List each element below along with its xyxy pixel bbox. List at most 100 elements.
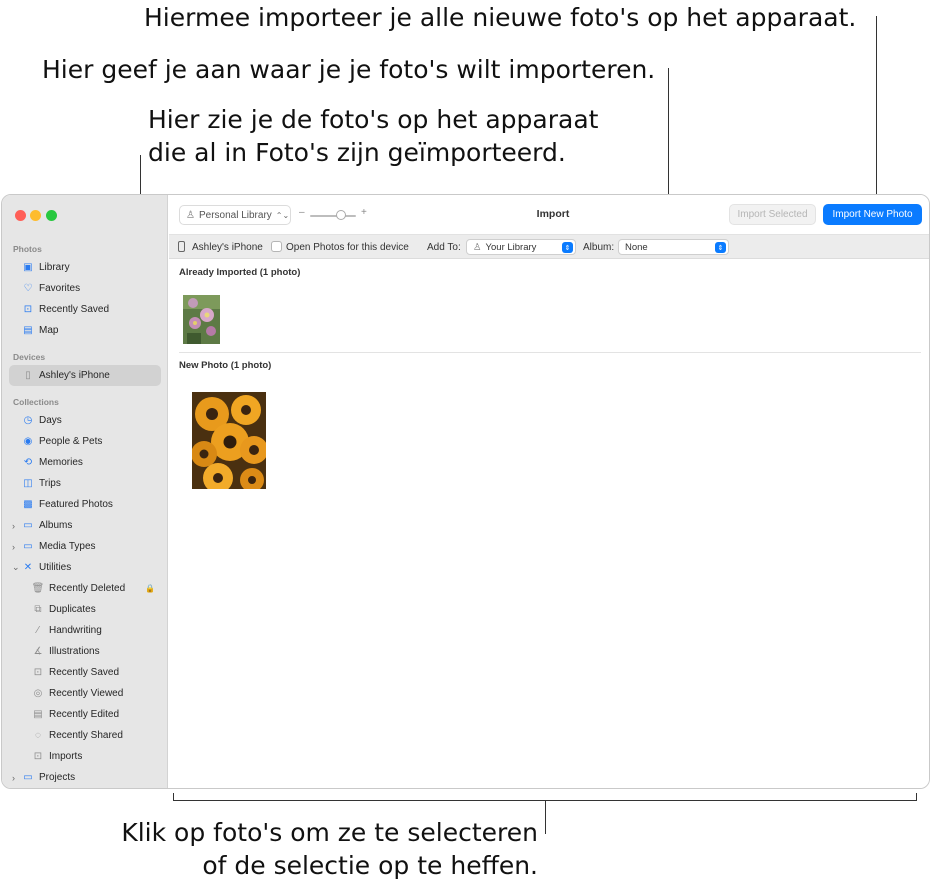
chevron-right-icon[interactable]: › bbox=[12, 521, 22, 531]
sidebar-item-recently-saved[interactable]: ⊡ Recently Saved bbox=[2, 299, 168, 320]
add-to-label: Add To: bbox=[427, 241, 461, 253]
map-icon: ▤ bbox=[23, 325, 33, 336]
sidebar-item-albums[interactable]: › ▭ Albums bbox=[2, 515, 168, 536]
sidebar-item-handwriting[interactable]: ⁄ Handwriting bbox=[2, 620, 168, 641]
callout-already-line2: die al in Foto's zijn geïmporteerd. bbox=[148, 138, 566, 167]
sidebar-item-projects[interactable]: › ▭ Projects bbox=[2, 767, 168, 788]
section-divider bbox=[179, 352, 921, 353]
new-photo[interactable] bbox=[192, 392, 266, 489]
sidebar-item-label: Utilities bbox=[39, 562, 72, 573]
tray-icon: ⊡ bbox=[33, 667, 43, 678]
callout-select-line1: Klik op foto's om ze te selecteren bbox=[121, 818, 538, 847]
sidebar-item-library[interactable]: ▣ Library bbox=[2, 257, 168, 278]
zoom-slider[interactable]: – + bbox=[299, 207, 369, 221]
album-select[interactable]: None ⇕ bbox=[618, 239, 729, 255]
import-icon: ⊡ bbox=[33, 751, 43, 762]
import-selected-button[interactable]: Import Selected bbox=[729, 204, 816, 225]
chevron-down-icon[interactable]: ⌄ bbox=[12, 562, 22, 573]
sidebar-section-photos: Photos bbox=[13, 244, 42, 254]
sidebar-item-featured-photos[interactable]: ▩ Featured Photos bbox=[2, 494, 168, 515]
zoom-window-button[interactable] bbox=[46, 210, 57, 221]
zoom-knob[interactable] bbox=[336, 210, 346, 220]
sidebar-item-label: Ashley's iPhone bbox=[39, 370, 110, 381]
sidebar-item-label: Memories bbox=[39, 457, 83, 468]
sidebar-item-recently-viewed[interactable]: ◎ Recently Viewed bbox=[2, 683, 168, 704]
sidebar-item-label: Recently Saved bbox=[49, 667, 120, 678]
sidebar-item-label: Projects bbox=[39, 772, 76, 783]
sidebar-item-label: Handwriting bbox=[49, 625, 102, 636]
sidebar-item-recently-saved-util[interactable]: ⊡ Recently Saved bbox=[2, 662, 168, 683]
sidebar-item-label: Library bbox=[39, 262, 70, 273]
sidebar-item-map[interactable]: ▤ Map bbox=[2, 320, 168, 341]
chevron-updown-icon: ⇕ bbox=[562, 242, 573, 253]
library-icon: ▣ bbox=[23, 262, 33, 273]
sidebar-item-memories[interactable]: ⟲ Memories bbox=[2, 452, 168, 473]
zoom-track[interactable] bbox=[310, 215, 356, 217]
import-new-photo-button[interactable]: Import New Photo bbox=[823, 204, 922, 225]
sidebar-item-label: Days bbox=[39, 415, 62, 426]
open-photos-label[interactable]: Open Photos for this device bbox=[286, 235, 409, 259]
duplicates-icon: ⧉ bbox=[34, 604, 42, 615]
person-icon: ♙ bbox=[473, 241, 482, 253]
trash-icon: 🗑 bbox=[31, 583, 45, 594]
sidebar-section-collections: Collections bbox=[13, 397, 59, 407]
chevron-updown-icon: ⌃⌄ bbox=[275, 210, 290, 220]
window-title: Import bbox=[536, 208, 570, 220]
tray-icon: ⊡ bbox=[23, 304, 33, 315]
sidebar-item-recently-deleted[interactable]: 🗑 Recently Deleted 🔒 bbox=[2, 578, 168, 599]
device-name: Ashley's iPhone bbox=[192, 241, 263, 253]
sidebar-item-utilities[interactable]: ⌄ ✕ Utilities bbox=[2, 557, 168, 578]
callout-line bbox=[876, 16, 877, 208]
sidebar-item-label: Featured Photos bbox=[39, 499, 113, 510]
person-icon: ◉ bbox=[23, 436, 33, 447]
main-area: ♙ Personal Library ⌃⌄ – + Import Import … bbox=[169, 195, 929, 788]
callout-line bbox=[545, 800, 546, 834]
sidebar-item-label: Imports bbox=[49, 751, 83, 762]
photos-import-window: Photos ▣ Library ♡ Favorites ⊡ Recently Sav… bbox=[1, 194, 930, 789]
already-imported-photo[interactable] bbox=[183, 295, 220, 344]
minimize-window-button[interactable] bbox=[30, 210, 41, 221]
add-to-value: Your Library bbox=[485, 241, 537, 253]
flower-photo-thumbnail bbox=[183, 295, 220, 344]
sidebar-item-label: Duplicates bbox=[49, 604, 96, 615]
album-label: Album: bbox=[583, 241, 615, 253]
sidebar-item-people-pets[interactable]: ◉ People & Pets bbox=[2, 431, 168, 452]
sidebar-item-favorites[interactable]: ♡ Favorites bbox=[2, 278, 168, 299]
iphone-icon bbox=[178, 241, 185, 252]
sidebar-item-label: Media Types bbox=[39, 541, 96, 552]
zoom-in-icon: + bbox=[361, 207, 367, 218]
chevron-right-icon[interactable]: › bbox=[12, 773, 22, 783]
album-value: None bbox=[625, 241, 648, 253]
folder-icon: ▭ bbox=[23, 541, 33, 552]
add-to-select[interactable]: ♙ Your Library ⇕ bbox=[466, 239, 576, 255]
library-picker[interactable]: ♙ Personal Library ⌃⌄ bbox=[179, 205, 291, 225]
already-imported-header: Already Imported (1 photo) bbox=[179, 267, 301, 278]
sidebar-item-label: Map bbox=[39, 325, 59, 336]
eye-icon: ◎ bbox=[33, 688, 43, 699]
close-window-button[interactable] bbox=[15, 210, 26, 221]
sidebar-item-recently-shared[interactable]: ◌ Recently Shared bbox=[2, 725, 168, 746]
person-icon: ♙ bbox=[186, 209, 195, 221]
sidebar-item-duplicates[interactable]: ⧉ Duplicates bbox=[2, 599, 168, 620]
sidebar-item-label: Recently Saved bbox=[39, 304, 110, 315]
callout-already-line1: Hier zie je de foto's op het apparaat bbox=[148, 105, 599, 134]
heart-icon: ♡ bbox=[23, 283, 33, 294]
sidebar-item-imports[interactable]: ⊡ Imports bbox=[2, 746, 168, 767]
iphone-icon: ▯ bbox=[25, 370, 31, 381]
sidebar-item-illustrations[interactable]: ∡ Illustrations bbox=[2, 641, 168, 662]
zoom-out-icon: – bbox=[299, 207, 305, 218]
clock-icon: ◷ bbox=[23, 415, 33, 426]
memories-icon: ⟲ bbox=[23, 457, 33, 468]
sidebar-item-days[interactable]: ◷ Days bbox=[2, 410, 168, 431]
sidebar-item-recently-edited[interactable]: ▤ Recently Edited bbox=[2, 704, 168, 725]
sidebar-item-label: Favorites bbox=[39, 283, 81, 294]
sidebar-item-media-types[interactable]: › ▭ Media Types bbox=[2, 536, 168, 557]
new-photo-header: New Photo (1 photo) bbox=[179, 360, 272, 371]
sidebar-item-trips[interactable]: ◫ Trips bbox=[2, 473, 168, 494]
sidebar-item-device[interactable]: ▯ Ashley's iPhone bbox=[9, 365, 161, 386]
sunflower-photo-thumbnail bbox=[192, 392, 266, 489]
chevron-right-icon[interactable]: › bbox=[12, 542, 22, 552]
sidebar-item-label: Recently Edited bbox=[49, 709, 120, 720]
device-bar: Ashley's iPhone Open Photos for this dev… bbox=[169, 235, 929, 259]
open-photos-checkbox[interactable] bbox=[271, 241, 282, 252]
